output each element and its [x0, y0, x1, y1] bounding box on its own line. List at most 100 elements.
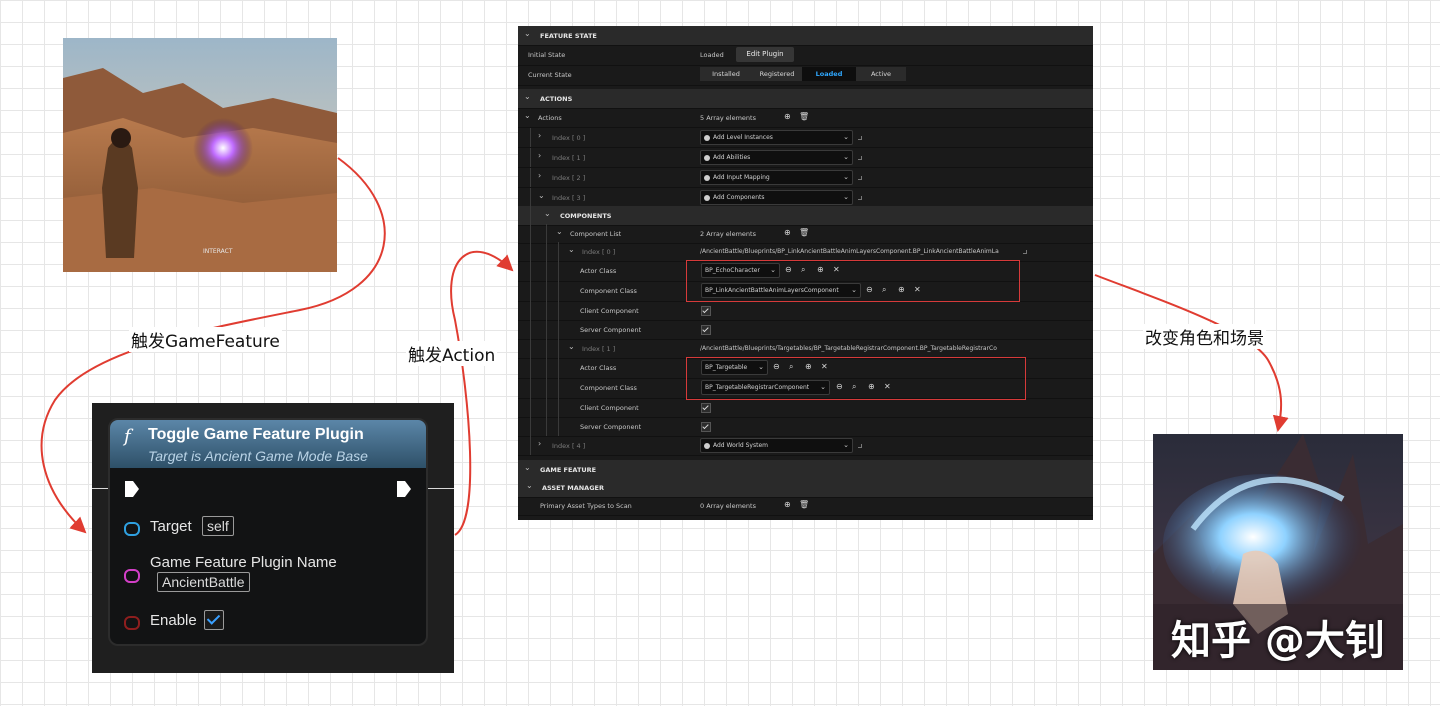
expand-caret-icon[interactable]: › [538, 439, 541, 448]
server-component-label: Server Component [580, 423, 642, 431]
action-index: Index [ 2 ] [552, 174, 586, 182]
action-type-dropdown[interactable]: Add World System ⌄ [700, 438, 853, 453]
state-active[interactable]: Active [856, 67, 906, 81]
expand-caret-icon[interactable]: › [538, 171, 541, 180]
action-type-icon [704, 194, 710, 201]
row-primary-asset-types: Primary Asset Types to Scan 0 Array elem… [518, 496, 1093, 516]
row-server-component: Server Component [518, 320, 1093, 340]
action-item[interactable]: ⌄ Index [ 3 ] Add Components ⌄ [518, 188, 1093, 208]
action-type-value: Add Components [713, 194, 765, 201]
exec-out-pin-icon[interactable] [396, 480, 412, 498]
toggle-game-feature-node[interactable]: f Toggle Game Feature Plugin Target is A… [108, 418, 428, 646]
actions-count: 5 Array elements [700, 114, 756, 122]
server-component-checkbox[interactable] [701, 325, 711, 335]
section-actions[interactable]: ⌄ ACTIONS [518, 89, 1093, 109]
collapse-caret-icon[interactable]: ⌄ [526, 481, 533, 490]
expand-caret-icon[interactable]: › [538, 151, 541, 160]
collapse-caret-icon[interactable]: ⌄ [538, 191, 545, 200]
chevron-down-icon: ⌄ [843, 441, 849, 449]
section-feature-state[interactable]: ⌄ FEATURE STATE [518, 26, 1093, 46]
indent-rail [530, 148, 531, 167]
plugin-name-pin-icon[interactable] [124, 569, 140, 583]
section-title: ASSET MANAGER [542, 484, 604, 492]
expand-caret-icon[interactable]: ⌄ [524, 111, 531, 120]
highlight-box-entry-0 [686, 260, 1020, 302]
current-state-label: Current State [528, 71, 572, 79]
caption-trigger-game-feature: 触发GameFeature [129, 327, 282, 352]
indent-rail [530, 378, 531, 398]
reset-corner-icon [858, 196, 862, 200]
component-class-label: Component Class [580, 287, 637, 295]
collapse-caret-icon[interactable]: ⌄ [524, 463, 531, 472]
initial-state-label: Initial State [528, 51, 566, 59]
client-component-checkbox[interactable] [701, 403, 711, 413]
indent-rail [530, 281, 531, 301]
state-installed[interactable]: Installed [700, 67, 752, 81]
action-type-dropdown[interactable]: Add Components ⌄ [700, 190, 853, 205]
add-element-icon[interactable]: ⊕ [784, 112, 791, 122]
exec-in-pin-icon[interactable] [124, 480, 140, 498]
collapse-caret-icon[interactable]: ⌄ [568, 342, 575, 351]
action-type-dropdown[interactable]: Add Level Instances ⌄ [700, 130, 853, 145]
delete-all-icon[interactable]: 🗑 [799, 228, 809, 238]
expand-caret-icon[interactable]: › [538, 131, 541, 140]
action-item[interactable]: › Index [ 4 ] Add World System ⌄ [518, 436, 1093, 456]
chevron-down-icon: ⌄ [843, 133, 849, 141]
indent-rail [530, 436, 531, 455]
action-type-dropdown[interactable]: Add Abilities ⌄ [700, 150, 853, 165]
action-type-icon [704, 174, 710, 181]
action-type-dropdown[interactable]: Add Input Mapping ⌄ [700, 170, 853, 185]
reset-corner-icon [858, 156, 862, 160]
section-components[interactable]: ⌄ COMPONENTS [518, 206, 1093, 226]
add-element-icon[interactable]: ⊕ [784, 500, 791, 510]
component-entry-header[interactable]: ⌄ Index [ 0 ] /AncientBattle/Blueprints/… [518, 242, 1093, 262]
component-class-label: Component Class [580, 384, 637, 392]
section-asset-manager[interactable]: ⌄ ASSET MANAGER [518, 478, 1093, 498]
target-value[interactable]: self [202, 516, 234, 536]
indent-rail [530, 398, 531, 417]
indent-rail [530, 417, 531, 436]
client-component-checkbox[interactable] [701, 306, 711, 316]
enable-checkbox[interactable] [204, 610, 224, 630]
indent-rail [530, 358, 531, 378]
indent-rail [530, 128, 531, 147]
reset-corner-icon [858, 136, 862, 140]
action-type-icon [704, 442, 710, 449]
collapse-caret-icon[interactable]: ⌄ [524, 92, 531, 101]
component-entry-header[interactable]: ⌄ Index [ 1 ] /AncientBattle/Blueprints/… [518, 339, 1093, 359]
section-game-feature[interactable]: ⌄ GAME FEATURE [518, 460, 1093, 480]
add-element-icon[interactable]: ⊕ [784, 228, 791, 238]
plugin-name-label: Game Feature Plugin Name [150, 554, 337, 571]
server-component-checkbox[interactable] [701, 422, 711, 432]
indent-rail [530, 188, 531, 207]
arrow-panel-to-scene [1094, 274, 1289, 432]
delete-all-icon[interactable]: 🗑 [799, 112, 809, 122]
state-registered[interactable]: Registered [752, 67, 802, 81]
indent-rail [546, 261, 547, 281]
chevron-down-icon: ⌄ [843, 193, 849, 201]
collapse-caret-icon[interactable]: ⌄ [568, 245, 575, 254]
collapse-caret-icon[interactable]: ⌄ [544, 209, 551, 218]
state-loaded[interactable]: Loaded [802, 67, 856, 81]
plugin-name-value[interactable]: AncientBattle [157, 572, 250, 592]
delete-all-icon[interactable]: 🗑 [799, 500, 809, 510]
action-item[interactable]: › Index [ 1 ] Add Abilities ⌄ [518, 148, 1093, 168]
row-server-component: Server Component [518, 417, 1093, 437]
indent-rail [530, 261, 531, 281]
target-pin-icon[interactable] [124, 522, 140, 536]
indent-rail [546, 301, 547, 320]
reset-corner-icon [1023, 250, 1027, 254]
enable-pin-icon[interactable] [124, 616, 140, 630]
edit-plugin-button[interactable]: Edit Plugin [736, 47, 794, 62]
function-icon: f [124, 426, 131, 447]
component-index: Index [ 1 ] [582, 345, 616, 353]
client-component-label: Client Component [580, 307, 639, 315]
primary-asset-types-count: 0 Array elements [700, 502, 756, 510]
collapse-caret-icon[interactable]: ⌄ [524, 29, 531, 38]
indent-rail [546, 224, 547, 243]
action-index: Index [ 3 ] [552, 194, 586, 202]
row-client-component: Client Component [518, 301, 1093, 321]
collapse-caret-icon[interactable]: ⌄ [556, 227, 563, 236]
action-item[interactable]: › Index [ 2 ] Add Input Mapping ⌄ [518, 168, 1093, 188]
action-item[interactable]: › Index [ 0 ] Add Level Instances ⌄ [518, 128, 1093, 148]
